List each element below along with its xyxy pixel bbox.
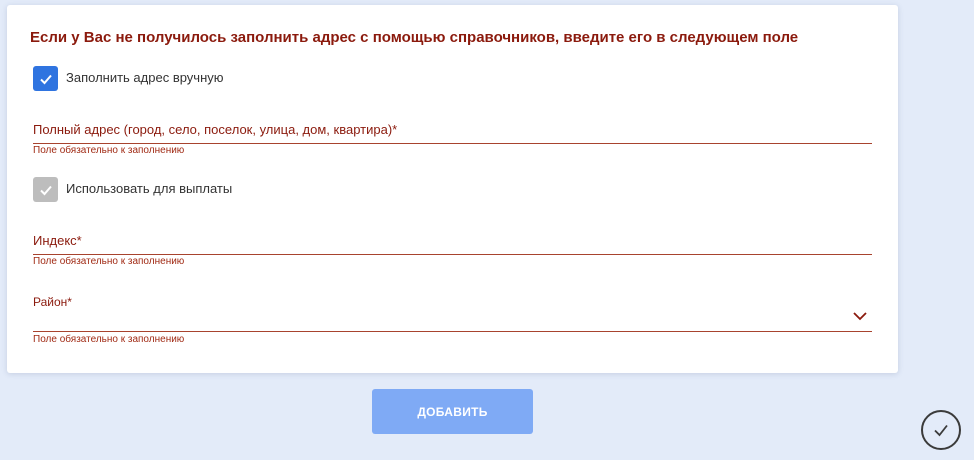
- index-error: Поле обязательно к заполнению: [33, 256, 185, 267]
- index-input[interactable]: [33, 254, 872, 255]
- full-address-error: Поле обязательно к заполнению: [33, 145, 185, 156]
- checkmark-icon: [39, 185, 52, 195]
- use-for-payment-checkbox[interactable]: [33, 177, 58, 202]
- index-label: Индекс*: [33, 233, 82, 248]
- check-circle-icon[interactable]: [921, 410, 961, 450]
- manual-address-checkbox[interactable]: [33, 66, 58, 91]
- full-address-input[interactable]: [33, 143, 872, 144]
- district-select[interactable]: [33, 331, 872, 332]
- district-error: Поле обязательно к заполнению: [33, 334, 185, 345]
- checkmark-icon: [934, 424, 948, 437]
- manual-address-label[interactable]: Заполнить адрес вручную: [66, 70, 224, 85]
- district-label: Район*: [33, 295, 72, 309]
- form-title: Если у Вас не получилось заполнить адрес…: [30, 29, 799, 46]
- full-address-label: Полный адрес (город, село, поселок, улиц…: [33, 122, 398, 137]
- address-form-card: Если у Вас не получилось заполнить адрес…: [7, 5, 898, 373]
- add-button[interactable]: ДОБАВИТЬ: [372, 389, 533, 434]
- chevron-down-icon[interactable]: [852, 310, 868, 322]
- use-for-payment-label[interactable]: Использовать для выплаты: [66, 181, 232, 196]
- checkmark-icon: [39, 74, 52, 84]
